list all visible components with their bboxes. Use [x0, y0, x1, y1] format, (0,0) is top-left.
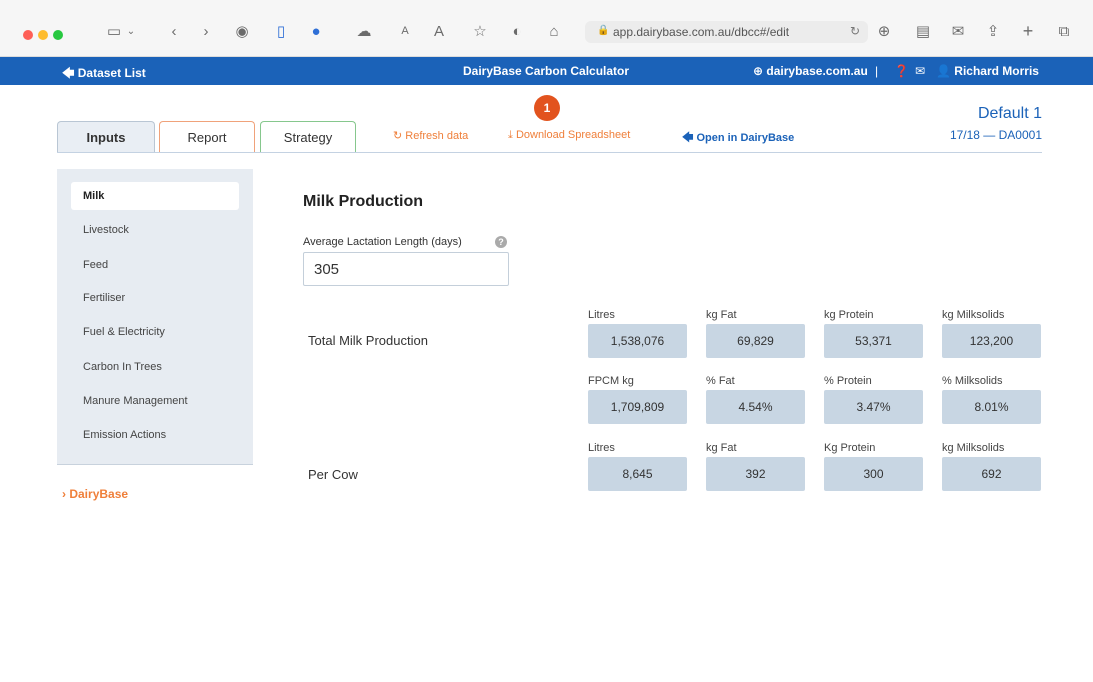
dataset-list-label: Dataset List: [77, 66, 146, 80]
sidebar-item-livestock[interactable]: Livestock: [71, 216, 239, 244]
mail-icon[interactable]: ✉: [948, 20, 968, 42]
text-larger-icon[interactable]: A: [432, 20, 446, 42]
close-window-button[interactable]: [23, 30, 33, 40]
password-extension-icon[interactable]: ◉: [233, 20, 251, 42]
text-smaller-icon[interactable]: A: [398, 20, 412, 42]
total-kg-fat-value: 69,829: [706, 324, 805, 358]
column-header: kg Fat: [706, 442, 737, 454]
notes-extension-icon[interactable]: ▯: [272, 20, 290, 42]
address-bar[interactable]: 🔒 app.dairybase.com.au/dbcc#/edit ↻: [585, 21, 868, 43]
sidebar-toggle-icon[interactable]: ▭: [104, 20, 124, 42]
total-pct-protein-value: 3.47%: [824, 390, 923, 424]
user-icon: 👤: [936, 64, 951, 78]
privacy-shield-icon[interactable]: ◐: [508, 20, 526, 42]
column-header: % Protein: [824, 375, 872, 387]
download-icon: ⤓: [508, 129, 513, 141]
sidebar-item-manure-management[interactable]: Manure Management: [71, 387, 239, 415]
sidebar-item-emission-actions[interactable]: Emission Actions: [71, 421, 239, 449]
share-icon[interactable]: ⇪: [983, 20, 1003, 42]
bookmark-star-icon[interactable]: ☆: [470, 20, 490, 42]
help-icon[interactable]: ❓: [894, 64, 909, 78]
column-header: Kg Protein: [824, 442, 876, 454]
sidebar-item-feed[interactable]: Feed: [71, 251, 239, 279]
dairybase-link-label: DairyBase: [69, 487, 129, 501]
download-spreadsheet-label: Download Spreadsheet: [515, 129, 631, 141]
forward-icon[interactable]: ›: [197, 20, 215, 42]
refresh-data-link[interactable]: ↻ Refresh data: [393, 129, 468, 142]
tab-inputs[interactable]: Inputs: [57, 121, 155, 153]
asp-extension-icon[interactable]: ●: [307, 20, 325, 42]
tab-strategy[interactable]: Strategy: [260, 121, 356, 153]
total-milk-production-label: Total Milk Production: [308, 333, 428, 348]
per-cow-kg-protein-value: 300: [824, 457, 923, 491]
per-cow-kg-milksolids-value: 692: [942, 457, 1041, 491]
chevron-down-icon[interactable]: ⌄: [124, 20, 138, 42]
open-in-dairybase-label: Open in DairyBase: [696, 132, 795, 144]
per-cow-kg-fat-value: 392: [706, 457, 805, 491]
sidebar-item-fertiliser[interactable]: Fertiliser: [71, 284, 239, 312]
browser-toolbar: ▭ ⌄ ‹ › ◉ ▯ ● ☁ A A ☆ ◐ ⌂ 🔒 app.dairybas…: [0, 0, 1093, 57]
column-header: kg Milksolids: [942, 309, 1005, 321]
section-title: Milk Production: [303, 193, 423, 210]
column-header: % Fat: [706, 375, 735, 387]
header-separator: |: [875, 64, 879, 78]
dataset-period: 17/18 — DA0001: [949, 128, 1042, 142]
new-tab-icon[interactable]: +: [1018, 20, 1038, 42]
site-link[interactable]: ⊕ dairybase.com.au: [753, 64, 868, 78]
dairybase-link[interactable]: › DairyBase: [62, 487, 128, 501]
sidebar-item-milk[interactable]: Milk: [71, 182, 239, 210]
arrow-left-icon: 🡄: [62, 66, 75, 80]
globe-icon: ⊕: [753, 64, 764, 78]
tab-divider: [57, 152, 1042, 153]
question-icon[interactable]: ?: [495, 236, 507, 248]
printer-icon[interactable]: ▤: [913, 20, 933, 42]
user-menu[interactable]: 👤 Richard Morris: [936, 64, 1039, 78]
chevron-right-icon: ›: [62, 487, 66, 501]
tab-overview-icon[interactable]: ⧉: [1054, 20, 1074, 42]
open-in-dairybase-link[interactable]: 🡄 Open in DairyBase: [682, 129, 794, 148]
total-kg-milksolids-value: 123,200: [942, 324, 1041, 358]
cloud-icon[interactable]: ☁: [353, 20, 375, 42]
sidebar: Milk Livestock Feed Fertiliser Fuel & El…: [57, 169, 253, 465]
mail-icon[interactable]: ✉: [915, 64, 925, 78]
app-header: 🡄 Dataset List DairyBase Carbon Calculat…: [0, 57, 1093, 85]
sidebar-item-fuel-electricity[interactable]: Fuel & Electricity: [71, 318, 239, 346]
per-cow-litres-value: 8,645: [588, 457, 687, 491]
user-name: Richard Morris: [954, 64, 1039, 78]
column-header: % Milksolids: [942, 375, 1003, 387]
refresh-data-label: Refresh data: [405, 130, 469, 142]
total-fpcm-value: 1,709,809: [588, 390, 687, 424]
back-icon[interactable]: ‹: [165, 20, 183, 42]
lock-icon: 🔒: [597, 25, 610, 36]
url-text: app.dairybase.com.au/dbcc#/edit: [613, 25, 790, 39]
lactation-length-input[interactable]: [303, 252, 509, 286]
per-cow-label: Per Cow: [308, 467, 358, 482]
dataset-list-link[interactable]: 🡄 Dataset List: [62, 64, 146, 85]
zoom-window-button[interactable]: [53, 30, 63, 40]
lactation-length-label: Average Lactation Length (days): [303, 236, 462, 248]
refresh-icon: ↻: [393, 130, 403, 142]
app-title: DairyBase Carbon Calculator: [463, 64, 630, 78]
column-header: Litres: [588, 442, 615, 454]
column-header: kg Protein: [824, 309, 874, 321]
download-spreadsheet-link[interactable]: ⤓ Download Spreadsheet: [508, 129, 630, 142]
downloads-icon[interactable]: ⊕: [874, 20, 894, 42]
minimize-window-button[interactable]: [38, 30, 48, 40]
total-kg-protein-value: 53,371: [824, 324, 923, 358]
arrow-left-icon: 🡄: [682, 132, 694, 144]
home-icon[interactable]: ⌂: [544, 20, 564, 42]
tab-report[interactable]: Report: [159, 121, 255, 153]
sidebar-item-carbon-in-trees[interactable]: Carbon In Trees: [71, 353, 239, 381]
notification-badge: 1: [534, 95, 560, 121]
site-link-label: dairybase.com.au: [766, 64, 868, 78]
column-header: FPCM kg: [588, 375, 634, 387]
dataset-name: Default 1: [977, 105, 1042, 122]
total-litres-value: 1,538,076: [588, 324, 687, 358]
total-pct-milksolids-value: 8.01%: [942, 390, 1041, 424]
column-header: kg Milksolids: [942, 442, 1005, 454]
column-header: Litres: [588, 309, 615, 321]
total-pct-fat-value: 4.54%: [706, 390, 805, 424]
column-header: kg Fat: [706, 309, 737, 321]
reload-icon[interactable]: ↻: [850, 24, 860, 38]
